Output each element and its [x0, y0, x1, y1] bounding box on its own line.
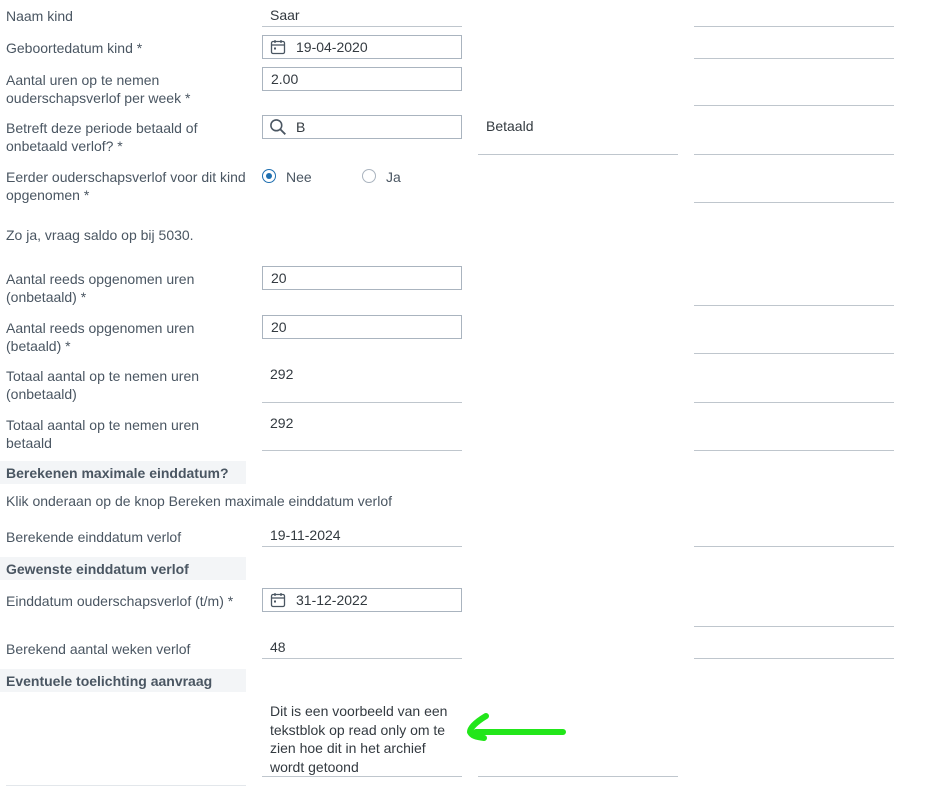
right-column-line — [694, 105, 894, 106]
right-column-line — [694, 26, 894, 27]
section-toelichting-title: Eventuele toelichting aanvraag — [6, 673, 213, 689]
weken-verlof-field: 48 — [262, 635, 462, 659]
berekende-einddatum-value: 19-11-2024 — [270, 527, 341, 543]
geboortedatum-kind-value: 19-04-2020 — [296, 39, 368, 55]
calc-hint: Klik onderaan op de knop Bereken maximal… — [6, 493, 393, 509]
label-naam-kind: Naam kind — [6, 8, 73, 24]
totaal-betaald-field: 292 — [262, 411, 462, 451]
radio-ja-label[interactable]: Ja — [386, 168, 401, 186]
betaald-lookup-value: B — [296, 119, 306, 135]
opgenomen-betaald-value: 20 — [271, 319, 287, 335]
right-column-line — [694, 626, 894, 627]
right-column-line — [694, 353, 894, 354]
calendar-icon[interactable] — [270, 39, 286, 55]
toelichting-text: Dit is een voorbeeld van een tekstblok o… — [270, 703, 448, 775]
right-column-line — [694, 450, 894, 451]
totaal-betaald-value: 292 — [270, 415, 294, 431]
textblock-mid-line — [478, 776, 678, 777]
right-column-line — [694, 58, 894, 59]
weken-verlof-value: 48 — [270, 639, 286, 655]
label-opgenomen-betaald: Aantal reeds opgenomen uren (betaald) * — [6, 320, 195, 354]
lookup-result-line — [478, 154, 678, 155]
right-column-line — [694, 154, 894, 155]
section-max-einddatum-title: Berekenen maximale einddatum? — [6, 465, 229, 481]
opgenomen-onbetaald-value: 20 — [271, 270, 287, 286]
section-gewenste-einddatum-title: Gewenste einddatum verlof — [6, 561, 189, 577]
right-column-line — [694, 202, 894, 203]
section-gewenste-einddatum: Gewenste einddatum verlof — [0, 557, 246, 580]
label-geboortedatum-kind: Geboortedatum kind * — [6, 40, 143, 56]
uren-per-week-input[interactable]: 2.00 — [262, 67, 462, 91]
einddatum-verlof-value: 31-12-2022 — [296, 592, 368, 608]
section-max-einddatum: Berekenen maximale einddatum? — [0, 461, 246, 484]
label-berekende-einddatum: Berekende einddatum verlof — [6, 529, 182, 545]
betaald-lookup-input[interactable]: B — [262, 115, 462, 139]
right-column-line — [694, 305, 894, 306]
label-betaald-onbetaald: Betreft deze periode betaald of onbetaal… — [6, 120, 198, 154]
label-totaal-onbetaald: Totaal aantal op te nemen uren (onbetaal… — [6, 368, 200, 402]
bottom-divider — [6, 785, 246, 786]
toelichting-textblock: Dit is een voorbeeld van een tekstblok o… — [262, 702, 462, 777]
totaal-onbetaald-field: 292 — [262, 362, 462, 403]
label-totaal-betaald: Totaal aantal op te nemen uren betaald — [6, 417, 200, 451]
berekende-einddatum-field: 19-11-2024 — [262, 523, 462, 547]
einddatum-verlof-input[interactable]: 31-12-2022 — [262, 588, 462, 612]
betaald-lookup-result: Betaald — [486, 118, 534, 134]
totaal-onbetaald-value: 292 — [270, 366, 294, 382]
right-column-line — [694, 546, 894, 547]
opgenomen-betaald-input[interactable]: 20 — [262, 315, 462, 339]
geboortedatum-kind-input[interactable]: 19-04-2020 — [262, 35, 462, 59]
naam-kind-value: Saar — [270, 7, 300, 23]
label-eerder-verlof: Eerder ouderschapsverlof voor dit kind o… — [6, 169, 246, 203]
saldo-note: Zo ja, vraag saldo op bij 5030. — [6, 227, 194, 243]
right-column-line — [694, 658, 894, 659]
radio-nee-label[interactable]: Nee — [286, 168, 312, 186]
calendar-icon[interactable] — [270, 592, 286, 608]
section-toelichting: Eventuele toelichting aanvraag — [0, 669, 246, 692]
naam-kind-value-field: Saar — [262, 3, 462, 27]
radio-nee[interactable] — [262, 169, 276, 183]
label-einddatum-verlof: Einddatum ouderschapsverlof (t/m) * — [6, 593, 234, 609]
uren-per-week-value: 2.00 — [271, 71, 299, 87]
label-weken-verlof: Berekend aantal weken verlof — [6, 641, 191, 657]
radio-ja[interactable] — [362, 169, 376, 183]
right-column-line — [694, 402, 894, 403]
annotation-arrow-icon — [467, 713, 566, 741]
label-opgenomen-onbetaald: Aantal reeds opgenomen uren (onbetaald) … — [6, 271, 195, 305]
label-uren-per-week: Aantal uren op te nemen ouderschapsverlo… — [6, 72, 191, 106]
search-icon[interactable] — [269, 118, 287, 136]
opgenomen-onbetaald-input[interactable]: 20 — [262, 266, 462, 290]
